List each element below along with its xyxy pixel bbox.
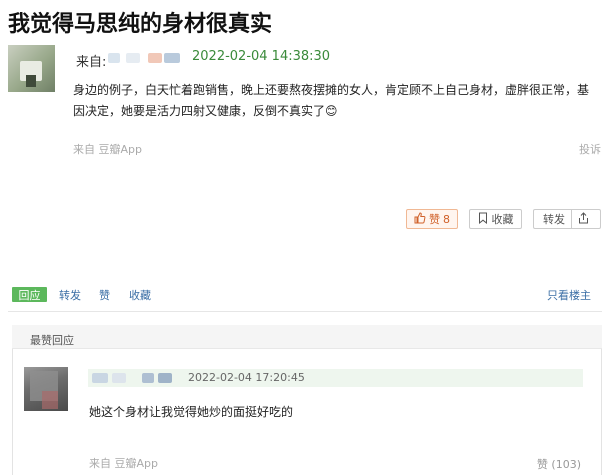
author-avatar[interactable] (8, 45, 55, 92)
reply-source: 来自 豆瓣App (89, 457, 158, 470)
like-link[interactable]: 赞 (99, 287, 110, 303)
best-replies-header (12, 325, 602, 349)
reply-time: 2022-02-04 17:20:45 (188, 371, 305, 384)
post-time: 2022-02-04 14:38:30 (192, 49, 331, 64)
like-label: 赞 (429, 213, 440, 226)
reply-text: 她这个身材让我觉得她炒的面挺好吃的 (89, 405, 294, 419)
reply-avatar[interactable] (24, 367, 68, 411)
author-name-blurred[interactable] (106, 50, 182, 66)
from-label: 来自: (76, 55, 107, 70)
reply-author-blurred[interactable] (92, 372, 174, 384)
like-count: 8 (443, 212, 450, 226)
thumbs-up-icon (414, 211, 426, 227)
repost-link[interactable]: 转发 (59, 287, 81, 303)
report-link[interactable]: 投诉 (579, 141, 601, 157)
bookmark-icon (478, 212, 488, 227)
reply-button[interactable]: 回应 (12, 287, 47, 302)
best-replies-title: 最赞回应 (30, 334, 74, 347)
share-button[interactable]: 转发 (533, 209, 601, 229)
share-label: 转发 (543, 213, 565, 226)
post-source: 来自 豆瓣App (73, 143, 142, 156)
only-op-link[interactable]: 只看楼主 (547, 287, 591, 303)
favorite-button[interactable]: 收藏 (469, 209, 522, 229)
reply-like-button[interactable]: 赞 (103) (537, 456, 581, 472)
favorite-label: 收藏 (491, 213, 514, 226)
post-title: 我觉得马思纯的身材很真实 (8, 12, 273, 37)
like-button[interactable]: 赞 8 (406, 209, 458, 229)
share-out-icon[interactable] (578, 211, 589, 227)
divider (8, 311, 602, 312)
post-body: 身边的例子，白天忙着跑销售，晚上还要熬夜摆摊的女人，肯定顾不上自己身材，虚胖很正… (73, 83, 590, 118)
collect-link[interactable]: 收藏 (129, 287, 151, 303)
